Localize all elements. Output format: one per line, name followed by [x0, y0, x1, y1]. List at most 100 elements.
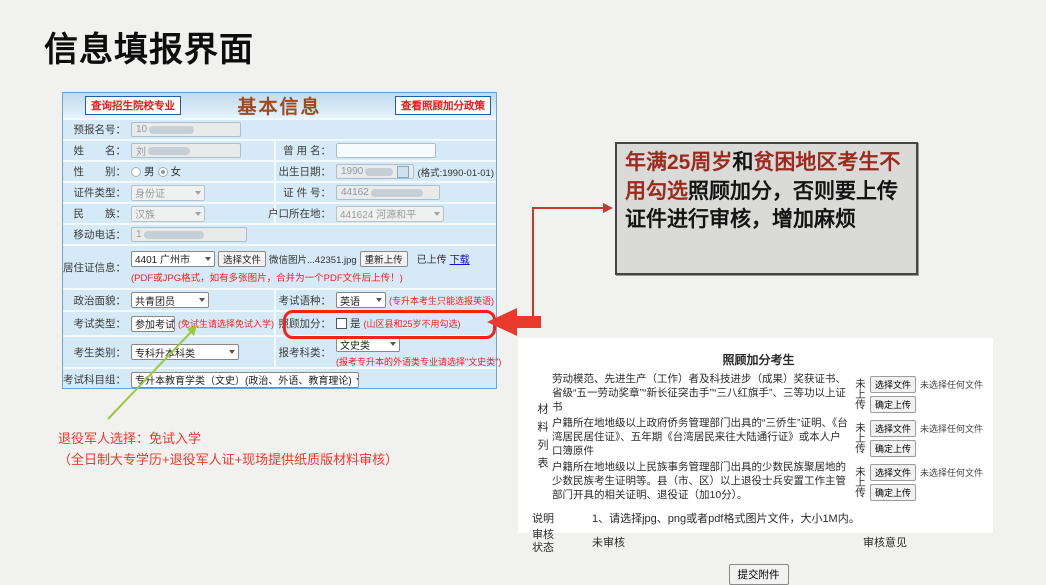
- no-file-text: 未选择任何文件: [920, 422, 983, 435]
- name-label: 姓 名：: [63, 141, 131, 160]
- language-select[interactable]: 英语: [336, 292, 386, 308]
- examset-select[interactable]: 专升本教育学类（文史）(政治、外语、教育理论): [131, 372, 359, 388]
- veteran-line2: （全日制大专学历+退役军人证+现场提供纸质版材料审核）: [58, 450, 398, 471]
- callout-red1: 年满25周岁: [625, 151, 732, 174]
- residence-city-select[interactable]: 4401 广州市: [131, 251, 215, 267]
- calendar-icon[interactable]: [397, 166, 409, 178]
- veteran-line1: 退役军人选择：免试入学: [58, 429, 398, 450]
- idno-input[interactable]: 44162: [336, 185, 440, 200]
- uploaded-status: 已上传: [417, 251, 447, 266]
- material-row: 户籍所在地地级以上政府侨务管理部门出具的“三侨生”证明、《台湾居民居住证》、五年…: [552, 417, 985, 459]
- politics-select[interactable]: 共青团员: [131, 292, 209, 308]
- residence-city-value: 4401 广州市: [135, 251, 190, 266]
- material-text: 户籍所在地地级以上政府侨务管理部门出具的“三侨生”证明、《台湾居民居住证》、五年…: [552, 417, 850, 459]
- choose-file-button[interactable]: 选择文件: [870, 464, 916, 481]
- no-file-text: 未选择任何文件: [920, 466, 983, 479]
- examset-value: 专升本教育学类（文史）(政治、外语、教育理论): [135, 372, 352, 387]
- row-gender-dob: 性 别： 男 女 出生日期： 1990 (格式:1990-01-01): [63, 160, 496, 181]
- hukou-label: 户口所在地：: [274, 204, 336, 223]
- opinion-label: 审核意见: [863, 534, 907, 550]
- idno-label: 证 件 号：: [274, 183, 336, 202]
- material-text: 劳动模范、先进生产（工作）者及科技进步（成果）奖获证书、省级“五一劳动奖章”“新…: [552, 373, 850, 415]
- choose-file-button[interactable]: 选择文件: [870, 376, 916, 393]
- material-row: 劳动模范、先进生产（工作）者及科技进步（成果）奖获证书、省级“五一劳动奖章”“新…: [552, 373, 985, 415]
- category-select[interactable]: 专科升本科类: [131, 344, 239, 360]
- red-connector-arrow-head: [603, 203, 613, 213]
- preregistration-value: 10: [136, 124, 147, 135]
- row-exam-subject-group: 考试科目组： 专升本教育学类（文史）(政治、外语、教育理论): [63, 367, 496, 390]
- language-value: 英语: [340, 293, 360, 308]
- hukou-select[interactable]: 441624 河源和平: [336, 206, 444, 222]
- row-name: 姓 名： 刘 曾 用 名：: [63, 139, 496, 160]
- confirm-upload-button[interactable]: 确定上传: [870, 484, 916, 501]
- chevron-down-icon: [390, 342, 396, 346]
- choose-file-button[interactable]: 选择文件: [218, 251, 266, 267]
- redacted-value: [149, 126, 194, 134]
- chevron-down-icon: [195, 191, 201, 195]
- reupload-button[interactable]: 重新上传: [360, 251, 408, 267]
- subject-select[interactable]: 文史类: [336, 336, 400, 352]
- choose-file-button[interactable]: 选择文件: [870, 420, 916, 437]
- chevron-down-icon: [229, 350, 235, 354]
- upload-status: 未上传: [850, 373, 865, 415]
- uploaded-filename: 微信图片...42351.jpg: [269, 252, 357, 266]
- hukou-value: 441624 河源和平: [340, 206, 416, 221]
- bonus-checkbox[interactable]: [336, 318, 347, 329]
- phone-value: 1: [136, 229, 142, 240]
- confirm-upload-button[interactable]: 确定上传: [870, 396, 916, 413]
- subject-label: 报考科类：: [274, 337, 336, 367]
- upload-status: 未上传: [850, 417, 865, 459]
- dob-value: 1990: [341, 166, 363, 177]
- ethnic-value: 汉族: [135, 206, 155, 221]
- phone-input[interactable]: 1: [131, 227, 247, 242]
- row-idtype-idno: 证件类型： 身份证 证 件 号： 44162: [63, 181, 496, 202]
- name-input[interactable]: 刘: [131, 143, 241, 158]
- row-preregistration-number: 预报名号： 10: [63, 118, 496, 139]
- ethnic-select[interactable]: 汉族: [131, 206, 205, 222]
- name-value: 刘: [136, 143, 146, 158]
- dob-label: 出生日期：: [274, 162, 336, 181]
- upload-controls: 选择文件 未选择任何文件 确定上传: [865, 373, 985, 415]
- chevron-down-icon: [434, 212, 440, 216]
- screen: 信息填报界面 基本信息 查询招生院校专业 查看照顾加分政策 预报名号： 10 姓…: [0, 0, 1046, 581]
- material-text: 户籍所在地地级以上民族事务管理部门出具的少数民族聚居地的少数民族考生证明等。县（…: [552, 461, 850, 503]
- gender-male-radio[interactable]: [131, 167, 141, 177]
- preregistration-label: 预报名号：: [63, 120, 131, 139]
- idtype-select[interactable]: 身份证: [131, 185, 205, 201]
- submit-attachments-button[interactable]: 提交附件: [729, 564, 789, 585]
- examset-label: 考试科目组：: [63, 369, 131, 390]
- card-title: 照顾加分考生: [532, 351, 985, 368]
- chevron-down-icon: [356, 378, 359, 382]
- politics-label: 政治面貌：: [63, 290, 131, 310]
- subject-value: 文史类: [340, 337, 370, 352]
- redacted-value: [371, 189, 423, 197]
- note-label: 说明: [532, 510, 564, 526]
- bonus-checkbox-text: 是: [350, 316, 361, 331]
- download-link[interactable]: 下载: [450, 251, 470, 266]
- status-row: 审核状态 未审核 审核意见: [532, 529, 985, 557]
- phone-label: 移动电话：: [63, 225, 131, 244]
- gender-female-text: 女: [171, 164, 182, 179]
- confirm-upload-button[interactable]: 确定上传: [870, 440, 916, 457]
- dob-input[interactable]: 1990: [336, 164, 414, 179]
- former-name-input[interactable]: [336, 143, 436, 158]
- category-value: 专科升本科类: [135, 345, 195, 360]
- examtype-value: 参加考试: [135, 316, 175, 331]
- chevron-down-icon: [205, 257, 211, 261]
- former-name-label: 曾 用 名：: [274, 141, 336, 160]
- query-colleges-button[interactable]: 查询招生院校专业: [85, 96, 181, 115]
- idno-value: 44162: [341, 187, 369, 198]
- bonus-note: (山区县和25岁不用勾选): [364, 317, 461, 330]
- upload-controls: 选择文件 未选择任何文件 确定上传: [865, 417, 985, 459]
- row-category-subject: 考生类别： 专科升本科类 报考科类： 文史类 (报考专升本的外语类专业请选择"文…: [63, 335, 496, 367]
- no-file-text: 未选择任何文件: [920, 378, 983, 391]
- row-politics-language: 政治面貌： 共青团员 考试语种： 英语 (专升本考生只能选报英语): [63, 288, 496, 310]
- preregistration-input[interactable]: 10: [131, 122, 241, 137]
- view-bonus-policy-button[interactable]: 查看照顾加分政策: [395, 96, 491, 115]
- examtype-select[interactable]: 参加考试: [131, 316, 175, 332]
- red-connector-line: [527, 208, 604, 322]
- status-value: 未审核: [592, 534, 625, 550]
- gender-male-text: 男: [144, 164, 155, 179]
- politics-value: 共青团员: [135, 293, 175, 308]
- gender-female-radio[interactable]: [158, 167, 168, 177]
